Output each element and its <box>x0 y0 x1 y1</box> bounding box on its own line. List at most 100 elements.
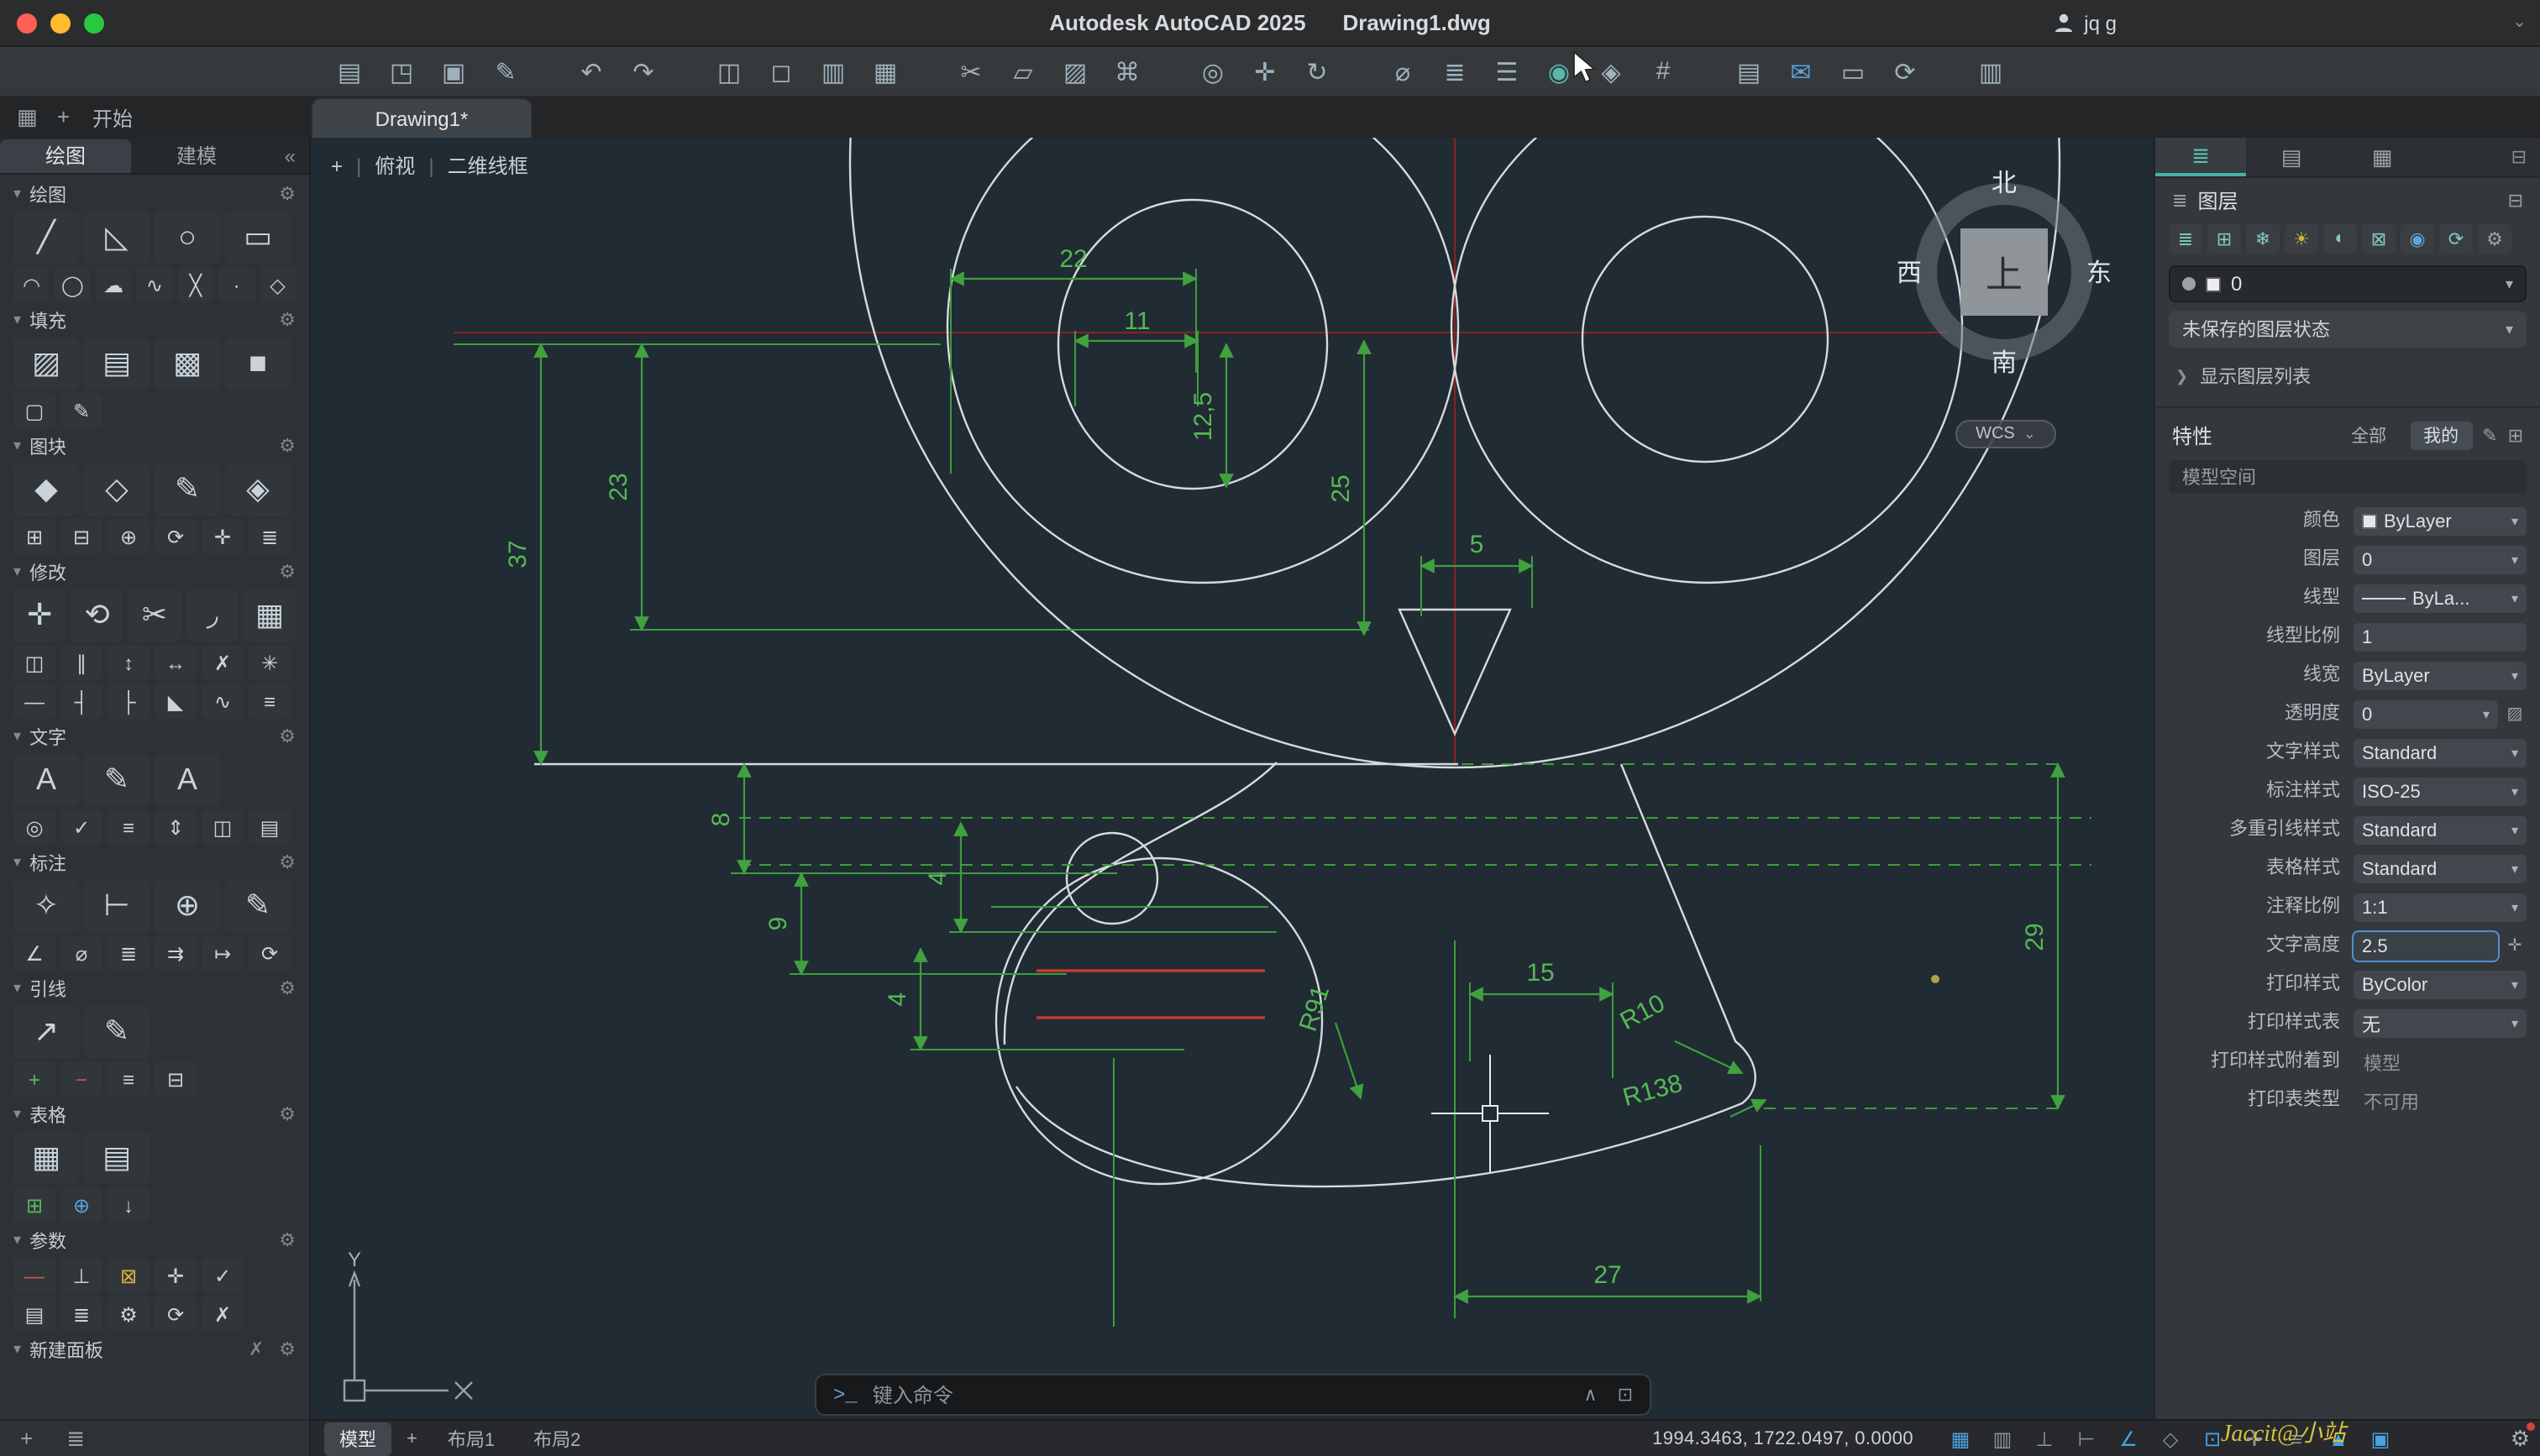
panel-gear-icon[interactable]: ⚙ <box>279 183 296 205</box>
undo-icon[interactable]: ↶ <box>571 53 611 90</box>
batch-plot-icon[interactable]: ▦ <box>865 53 905 90</box>
explode-icon[interactable]: ✳ <box>249 645 291 680</box>
panel-gear-icon[interactable]: ⚙ <box>279 1229 296 1251</box>
new-drawing-button[interactable]: + <box>57 104 70 129</box>
layer-lock-icon[interactable]: ⊠ <box>2362 223 2396 254</box>
section-collapse-icon[interactable]: ▾ <box>13 727 21 746</box>
section-collapse-icon[interactable]: ▾ <box>13 437 21 455</box>
share-icon[interactable]: ✉ <box>1781 53 1821 90</box>
filter-mine-button[interactable]: 我的 <box>2410 422 2473 450</box>
sync-attributes-icon[interactable]: ⟳ <box>155 519 197 554</box>
dropdown-caret-icon[interactable]: ▾ <box>2511 977 2518 992</box>
show-layer-list-toggle[interactable]: ❯ 显示图层列表 <box>2155 351 2540 401</box>
property-dropdown[interactable]: 1:1 ▾ <box>2354 893 2527 922</box>
sidebar-tab-modeling[interactable]: 建模 <box>131 139 262 173</box>
line-icon[interactable]: ╱ <box>13 212 79 264</box>
table-style-icon[interactable]: ▤ <box>84 1132 150 1184</box>
viewcube-south[interactable]: 南 <box>1992 344 2017 380</box>
move-icon[interactable]: ✛ <box>13 589 66 642</box>
polar-tracking-icon[interactable]: ∠ <box>2113 1425 2144 1452</box>
define-attribute-icon[interactable]: ⊞ <box>13 519 55 554</box>
table-icon[interactable]: ▦ <box>13 1132 79 1184</box>
model-tab[interactable]: 模型 <box>324 1422 391 1455</box>
insert-block-icon[interactable]: ◆ <box>13 464 79 516</box>
panel-gear-icon[interactable]: ⚙ <box>279 435 296 457</box>
hatch-icon[interactable]: ▨ <box>13 338 79 390</box>
palette-dock-icon[interactable]: ⊟ <box>2511 138 2540 176</box>
solid-fill-icon[interactable]: ■ <box>225 338 291 390</box>
property-dropdown[interactable]: Standard ▾ <box>2354 816 2527 845</box>
manage-attributes-icon[interactable]: ⊟ <box>60 519 102 554</box>
import-pdf-text-icon[interactable]: ▤ <box>249 809 291 845</box>
section-collapse-icon[interactable]: ▾ <box>13 1105 21 1123</box>
arc-icon[interactable]: ◠ <box>13 267 50 302</box>
dimension-icon[interactable]: ✧ <box>13 880 79 932</box>
section-header[interactable]: ▾ 表格 ⚙ <box>0 1098 309 1130</box>
wcs-selector[interactable]: WCS ⌄ <box>1955 420 2056 448</box>
infer-constraints-icon[interactable]: ⊥ <box>2029 1425 2060 1452</box>
break-icon[interactable]: ┤ <box>60 683 102 719</box>
screen-share-icon[interactable]: ▭ <box>1833 53 1873 90</box>
property-dropdown[interactable]: 无 ▾ <box>2354 1009 2527 1038</box>
property-dropdown[interactable]: 0 ▾ <box>2354 700 2498 729</box>
align-icon[interactable]: ≡ <box>249 683 291 719</box>
tab-overview-icon[interactable]: ▦ <box>17 104 38 131</box>
command-search-icon[interactable]: ⊡ <box>1618 1384 1633 1406</box>
count-icon[interactable]: # <box>1643 53 1683 90</box>
panel-gear-icon[interactable]: ⚙ <box>279 851 296 873</box>
section-collapse-icon[interactable]: ▾ <box>13 311 21 329</box>
dropdown-caret-icon[interactable]: ▾ <box>2511 668 2518 683</box>
orbit-icon[interactable]: ↻ <box>1297 53 1337 90</box>
property-dropdown[interactable]: ByLayer ▾ <box>2354 662 2527 690</box>
join-icon[interactable]: ├ <box>108 683 150 719</box>
page-setup-icon[interactable]: ▥ <box>813 53 853 90</box>
constraint-bars-icon[interactable]: ≣ <box>60 1296 102 1332</box>
layer-settings-icon[interactable]: ⚙ <box>2478 223 2511 254</box>
section-header[interactable]: ▾ 文字 ⚙ <box>0 720 309 752</box>
stretch-icon[interactable]: ↔ <box>155 645 197 680</box>
filter-all-button[interactable]: 全部 <box>2338 422 2400 450</box>
layout1-tab[interactable]: 布局1 <box>433 1422 510 1455</box>
dimension-update-icon[interactable]: ⟳ <box>249 935 291 971</box>
edit-polyline-icon[interactable]: ∿ <box>202 683 244 719</box>
drawing-canvas[interactable]: 22 11 12,5 23 25 37 5 8 4 9 4 15 R91 R10… <box>311 138 2154 1419</box>
dropdown-caret-icon[interactable]: ▾ <box>2511 862 2518 877</box>
properties-toggle-icon[interactable]: ☰ <box>1487 53 1527 90</box>
layer-on-icon[interactable]: ☀ <box>2285 223 2318 254</box>
lock-constraint-icon[interactable]: ⊠ <box>108 1258 150 1293</box>
command-line[interactable]: >_ 键入命令 ∧ ⊡ <box>815 1374 1651 1416</box>
measure-icon[interactable]: ⌀ <box>1383 53 1423 90</box>
open-folder-icon[interactable]: ◳ <box>381 53 422 90</box>
chamfer-icon[interactable]: ◣ <box>155 683 197 719</box>
sidebar-collapse-icon[interactable]: « <box>285 144 309 173</box>
auto-constrain-icon[interactable]: ✓ <box>202 1258 244 1293</box>
attach-reference-icon[interactable]: ⊕ <box>108 519 150 554</box>
panel-gear-icon[interactable]: ⚙ <box>279 977 296 999</box>
menu-extra-chevron-icon[interactable]: ⌄ <box>2512 13 2527 32</box>
gradient-icon[interactable]: ▩ <box>155 338 220 390</box>
viewcube[interactable]: 上 北 南 西 东 <box>1897 170 2112 378</box>
section-header[interactable]: ▾ 新建面板 ✗ ⚙ <box>0 1333 309 1365</box>
point-parameter-icon[interactable]: ✛ <box>155 1258 197 1293</box>
dropdown-caret-icon[interactable]: ▾ <box>2511 784 2518 799</box>
plot-icon[interactable]: ◫ <box>709 53 749 90</box>
tab-start[interactable]: 开始 <box>92 104 133 133</box>
remove-leader-icon[interactable]: − <box>60 1061 102 1097</box>
block-palette-icon[interactable]: ◈ <box>1591 53 1631 90</box>
single-line-text-icon[interactable]: A <box>155 754 220 806</box>
rectangle-icon[interactable]: ▭ <box>225 212 291 264</box>
close-window-button[interactable] <box>17 13 37 33</box>
center-mark-icon[interactable]: ⊕ <box>155 880 220 932</box>
array-icon[interactable]: ▦ <box>244 589 296 642</box>
dropdown-caret-icon[interactable]: ▾ <box>2511 1016 2518 1031</box>
customization-gear-icon[interactable]: ⚙ <box>2511 1422 2535 1453</box>
scale-text-icon[interactable]: ⇕ <box>155 809 197 845</box>
section-collapse-icon[interactable]: ▾ <box>13 979 21 998</box>
property-input[interactable]: 1 <box>2354 623 2527 652</box>
polygon-icon[interactable]: ◇ <box>260 267 296 302</box>
cut-icon[interactable]: ✂ <box>951 53 991 90</box>
multiline-text-icon[interactable]: A <box>13 754 79 806</box>
section-collapse-icon[interactable]: ▾ <box>13 1231 21 1249</box>
sheet-set-icon[interactable]: ▤ <box>1729 53 1769 90</box>
property-input[interactable]: 2.5 <box>2352 930 2500 962</box>
